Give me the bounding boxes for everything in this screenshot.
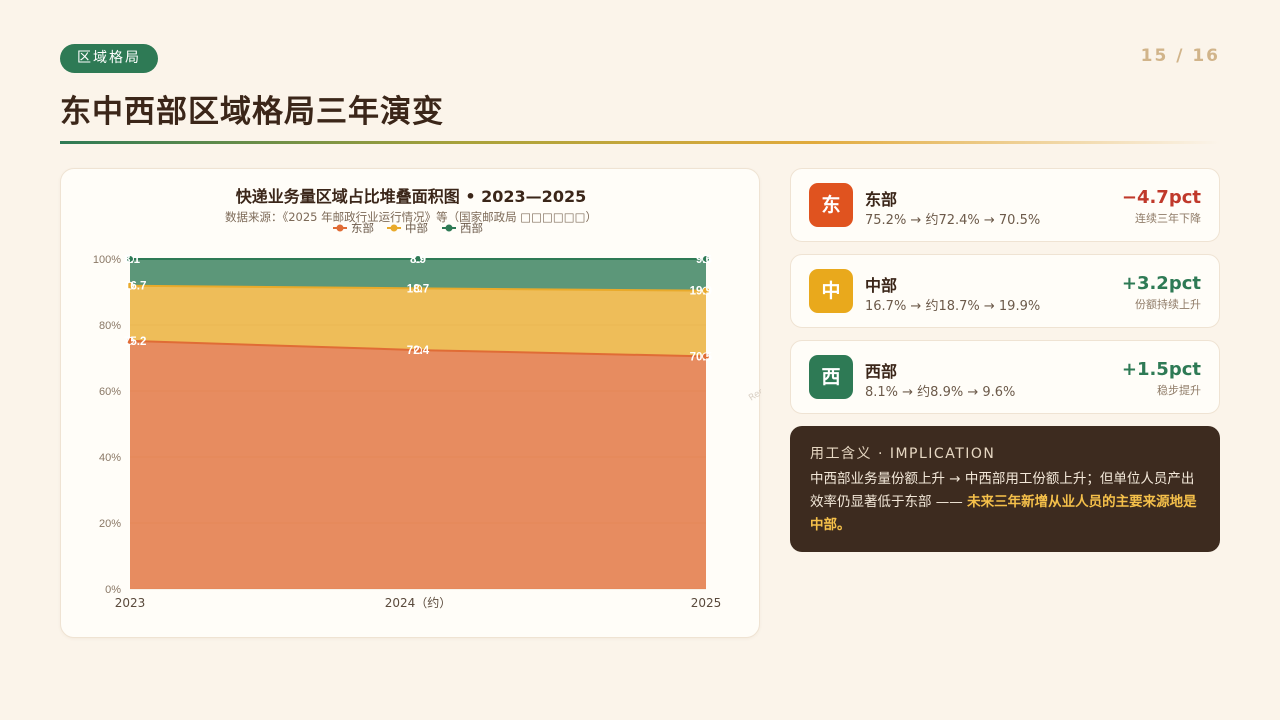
data-label: 72.4 bbox=[407, 345, 430, 357]
west-badge-icon: 西 bbox=[809, 355, 853, 399]
x-tick-label: 2025 bbox=[691, 596, 722, 610]
area-1 bbox=[130, 340, 706, 589]
chart-card: 快递业务量区域占比堆叠面积图 • 2023—2025 数据来源：《2025 年邮政… bbox=[60, 168, 761, 638]
region-note: 连续三年下降 bbox=[1135, 212, 1201, 225]
page-title: 东中西部区域格局三年演变 bbox=[60, 94, 444, 130]
stacked-area-chart: 快递业务量区域占比堆叠面积图 • 2023—2025数据来源：《2025 年邮政… bbox=[93, 187, 761, 610]
implication-text: 中西部业务量份额上升 → 中西部用工份额上升；但单位人员产出效率仍显著低于东部 … bbox=[810, 468, 1205, 537]
region-name: 东部 bbox=[865, 190, 898, 209]
region-card-east: 东 东部 75.2% → 约72.4% → 70.5% −4.7pct 连续三年… bbox=[790, 168, 1220, 242]
east-badge-icon: 东 bbox=[809, 183, 853, 227]
page-number: 15 / 16 bbox=[1140, 46, 1220, 66]
data-label: 16.7 bbox=[124, 281, 146, 293]
region-name: 西部 bbox=[865, 362, 898, 381]
y-tick-label: 60% bbox=[99, 386, 121, 398]
data-label: 19.9 bbox=[690, 286, 712, 298]
chart-title: 快递业务量区域占比堆叠面积图 • 2023—2025 bbox=[236, 187, 586, 206]
region-card-central: 中 中部 16.7% → 约18.7% → 19.9% +3.2pct 份额持续… bbox=[790, 254, 1220, 328]
data-label: 9.6 bbox=[696, 254, 712, 266]
central-badge-icon: 中 bbox=[809, 269, 853, 313]
legend-label: 中部 bbox=[405, 221, 428, 235]
data-label: 8.1 bbox=[124, 254, 141, 266]
legend-label: 西部 bbox=[460, 221, 483, 235]
region-delta: −4.7pct bbox=[1121, 187, 1201, 208]
legend-marker bbox=[390, 224, 398, 232]
legend-label: 东部 bbox=[351, 221, 374, 235]
legend-marker bbox=[445, 224, 453, 232]
data-label: 8.9 bbox=[410, 254, 426, 266]
x-tick-label: 2023 bbox=[115, 596, 146, 610]
region-delta: +3.2pct bbox=[1121, 273, 1201, 294]
legend-marker bbox=[336, 224, 344, 232]
region-share-sequence: 16.7% → 约18.7% → 19.9% bbox=[865, 299, 1041, 314]
region-share-sequence: 8.1% → 约8.9% → 9.6% bbox=[865, 385, 1016, 400]
y-tick-label: 80% bbox=[99, 320, 121, 332]
region-note: 份额持续上升 bbox=[1135, 298, 1201, 311]
data-label: 18.7 bbox=[407, 283, 429, 295]
region-card-west: 西 西部 8.1% → 约8.9% → 9.6% +1.5pct 稳步提升 bbox=[790, 340, 1220, 414]
region-note: 稳步提升 bbox=[1157, 384, 1201, 397]
data-label: 70.5 bbox=[690, 351, 713, 363]
y-tick-label: 20% bbox=[99, 518, 121, 530]
y-tick-label: 40% bbox=[99, 452, 121, 464]
data-label: 75.2 bbox=[124, 336, 146, 348]
section-tag: 区域格局 bbox=[60, 44, 158, 73]
implication-box: 用工含义 · IMPLICATION 中西部业务量份额上升 → 中西部用工份额上… bbox=[790, 426, 1220, 552]
y-tick-label: 100% bbox=[93, 254, 121, 266]
x-tick-label: 2024（约） bbox=[385, 595, 452, 610]
region-delta: +1.5pct bbox=[1121, 359, 1201, 380]
title-divider bbox=[60, 141, 1220, 144]
implication-heading: 用工含义 · IMPLICATION bbox=[810, 446, 996, 462]
region-name: 中部 bbox=[865, 276, 898, 295]
watermark: Report @ 全球精选报告.com bbox=[746, 329, 761, 403]
y-tick-label: 0% bbox=[105, 584, 121, 596]
region-share-sequence: 75.2% → 约72.4% → 70.5% bbox=[865, 213, 1041, 228]
